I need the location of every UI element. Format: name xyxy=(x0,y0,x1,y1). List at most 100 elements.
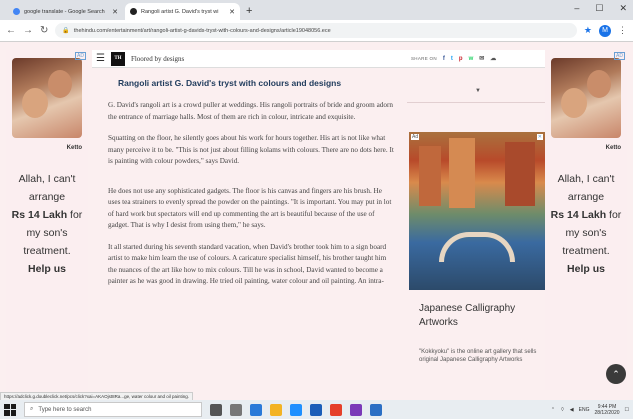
article-paragraph: It all started during his seventh standa… xyxy=(108,242,387,286)
ad-choices-icon[interactable]: AD xyxy=(75,52,86,60)
scroll-to-top-button[interactable]: ⌃ xyxy=(606,364,626,384)
tab-bar: google translate - Google Search ✕ Rango… xyxy=(0,0,633,20)
new-tab-button[interactable]: + xyxy=(246,5,252,17)
browser-menu-icon[interactable]: ⋮ xyxy=(618,25,627,36)
ad-appeal-text: Allah, I can't arrange Rs 14 Lakh for my… xyxy=(545,170,627,278)
profile-avatar[interactable]: M xyxy=(599,24,611,37)
ketto-logo: Ketto xyxy=(605,145,621,151)
browser-toolbar: ← → ↻ 🔒 thehindu.com/entertainment/art/r… xyxy=(0,20,633,42)
left-fundraiser-ad[interactable]: AD Ketto Allah, I can't arrange Rs 14 La… xyxy=(6,50,88,390)
ad-photo xyxy=(12,58,82,138)
notifications-icon[interactable]: ☐ xyxy=(625,407,629,413)
appeal-line: my son's xyxy=(565,227,607,239)
ketto-logo: Ketto xyxy=(66,145,82,151)
right-column: ▼ Ad ✕ Japanese Calligraphy Artworks "Ko… xyxy=(407,68,545,400)
clock[interactable]: 9:44 PM 28/12/2020 xyxy=(594,404,619,416)
building-shape xyxy=(419,146,441,206)
minimize-button[interactable]: – xyxy=(574,3,579,14)
appeal-line: treatment. xyxy=(562,245,610,257)
taskbar-search[interactable]: ⌕ Type here to search xyxy=(24,402,202,417)
article-header: ☰ TH Floored by designs xyxy=(92,50,407,68)
ad-label: Ad xyxy=(411,134,420,140)
ad-painting-image[interactable]: Ad ✕ xyxy=(409,132,545,290)
appeal-word: for xyxy=(609,209,622,221)
ad-photo xyxy=(551,58,621,138)
tab-rangoli-article[interactable]: Rangoli artist G. David's tryst wi ✕ xyxy=(125,3,240,20)
appeal-word: for xyxy=(70,209,83,221)
windows-start-icon[interactable] xyxy=(4,403,16,416)
url-text: thehindu.com/entertainment/art/rangoli-a… xyxy=(73,27,331,34)
word-icon[interactable] xyxy=(310,403,322,416)
appeal-line: arrange xyxy=(28,191,66,203)
close-tab-icon[interactable]: ✕ xyxy=(229,8,235,16)
ad-choices-icon[interactable]: ✕ xyxy=(536,134,543,140)
web-page: AD Ketto Allah, I can't arrange Rs 14 La… xyxy=(0,42,633,400)
ad-title[interactable]: Japanese Calligraphy Artworks xyxy=(419,302,543,330)
divider xyxy=(407,102,545,103)
clock-time: 9:44 PM xyxy=(597,403,617,410)
appeal-amount: Rs 14 Lakh xyxy=(11,209,68,221)
ad-choices-icon[interactable]: AD xyxy=(614,52,625,60)
appeal-line: arrange xyxy=(567,191,605,203)
language-indicator[interactable]: ENG xyxy=(579,407,590,413)
building-shape xyxy=(505,142,535,206)
search-icon: ⌕ xyxy=(30,406,34,412)
appeal-line: my son's xyxy=(26,227,68,239)
right-fundraiser-ad[interactable]: AD Ketto Allah, I can't arrange Rs 14 La… xyxy=(545,50,627,390)
facebook-icon[interactable]: f xyxy=(443,56,445,62)
appeal-line: Rs 14 Lakh for xyxy=(545,206,627,224)
twitter-icon[interactable]: t xyxy=(451,56,453,62)
taskbar: ⌕ Type here to search ⌃ ⌔ ◀ ENG 9:44 PM … xyxy=(0,400,633,419)
bookmark-star-icon[interactable]: ★ xyxy=(584,25,592,36)
forward-icon[interactable]: → xyxy=(23,25,33,36)
close-tab-icon[interactable]: ✕ xyxy=(112,8,118,16)
section-label: Floored by designs xyxy=(130,54,185,63)
mother-face xyxy=(48,70,72,98)
close-window-button[interactable]: ✕ xyxy=(619,3,627,14)
outlook-icon[interactable] xyxy=(370,403,382,416)
hamburger-menu-icon[interactable]: ☰ xyxy=(96,53,105,64)
share-label: SHARE ON xyxy=(411,56,437,61)
edge-icon[interactable] xyxy=(250,403,262,416)
appeal-line: Allah, I can't xyxy=(18,173,76,185)
network-icon[interactable]: ⌔ xyxy=(560,407,565,413)
tray-chevron-icon[interactable]: ⌃ xyxy=(551,407,555,413)
appeal-line: treatment. xyxy=(23,245,71,257)
task-view-icon[interactable] xyxy=(230,403,242,416)
help-us-link[interactable]: Help us xyxy=(6,260,88,278)
the-hindu-logo[interactable]: TH xyxy=(110,51,125,66)
reload-icon[interactable]: ↻ xyxy=(40,25,48,36)
pinterest-icon[interactable]: p xyxy=(459,56,463,62)
google-favicon-icon xyxy=(13,8,20,15)
tab-title: google translate - Google Search xyxy=(24,8,105,15)
mother-face xyxy=(587,70,611,98)
article-body: Rangoli artist G. David's tryst with col… xyxy=(108,78,396,298)
store-icon[interactable] xyxy=(290,403,302,416)
maximize-button[interactable]: ☐ xyxy=(595,3,603,14)
email-icon[interactable]: ✉ xyxy=(479,55,484,62)
clock-date: 28/12/2020 xyxy=(594,409,620,416)
ad-description: "Kokkyoku" is the online art gallery tha… xyxy=(419,349,537,363)
article-title: Rangoli artist G. David's tryst with col… xyxy=(118,78,342,88)
back-icon[interactable]: ← xyxy=(6,25,16,36)
child-face xyxy=(561,88,587,118)
window-controls: – ☐ ✕ xyxy=(574,3,627,14)
appeal-amount: Rs 14 Lakh xyxy=(550,209,607,221)
volume-icon[interactable]: ◀ xyxy=(570,407,574,413)
comments-icon[interactable]: ☁ xyxy=(490,55,496,62)
onenote-icon[interactable] xyxy=(350,403,362,416)
chevron-down-icon[interactable]: ▼ xyxy=(475,88,481,94)
article-paragraph: G. David's rangoli art is a crowd puller… xyxy=(108,101,393,121)
search-placeholder: Type here to search xyxy=(38,406,92,413)
tab-google-search[interactable]: google translate - Google Search ✕ xyxy=(8,3,123,20)
ad-appeal-text: Allah, I can't arrange Rs 14 Lakh for my… xyxy=(6,170,88,278)
cortana-icon[interactable] xyxy=(210,403,222,416)
help-us-link[interactable]: Help us xyxy=(545,260,627,278)
file-explorer-icon[interactable] xyxy=(270,403,282,416)
lock-icon: 🔒 xyxy=(62,28,70,34)
address-bar[interactable]: 🔒 thehindu.com/entertainment/art/rangoli… xyxy=(55,23,577,38)
chrome-icon[interactable] xyxy=(330,403,342,416)
share-bar: SHARE ON f t p w ✉ ☁ xyxy=(407,50,545,68)
child-face xyxy=(22,88,48,118)
whatsapp-icon[interactable]: w xyxy=(469,56,474,62)
